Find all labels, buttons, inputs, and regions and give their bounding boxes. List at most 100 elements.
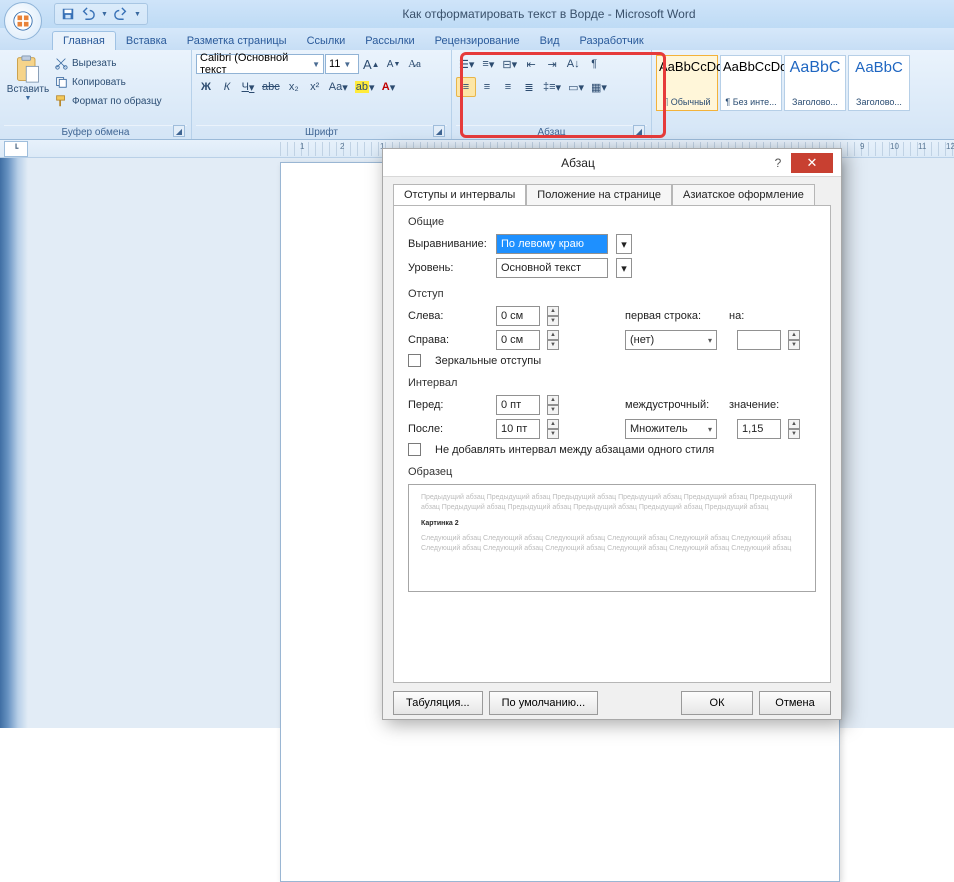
- ok-button[interactable]: ОК: [681, 691, 753, 715]
- firstline-select[interactable]: (нет)▾: [625, 330, 717, 350]
- firstline-by-input[interactable]: [737, 330, 781, 350]
- space-before-spin[interactable]: ▲▼: [547, 395, 559, 415]
- level-select[interactable]: Основной текст: [496, 258, 608, 278]
- space-before-input[interactable]: 0 пт: [496, 395, 540, 415]
- space-after-spin[interactable]: ▲▼: [547, 419, 559, 439]
- paste-button[interactable]: Вставить ▼: [4, 52, 52, 104]
- align-justify-button[interactable]: ≣: [519, 77, 539, 97]
- underline-button[interactable]: Ч▾: [238, 77, 258, 97]
- font-color-button[interactable]: A▾: [379, 77, 399, 97]
- default-button[interactable]: По умолчанию...: [489, 691, 599, 715]
- nospace-checkbox[interactable]: [408, 443, 421, 456]
- office-button[interactable]: [4, 2, 42, 40]
- firstline-by-spin[interactable]: ▲▼: [788, 330, 800, 350]
- align-right-button[interactable]: ≡: [498, 77, 518, 97]
- shrink-font-button[interactable]: A▼: [384, 54, 404, 74]
- multilevel-button[interactable]: ⊟▾: [499, 54, 520, 74]
- bold-button[interactable]: Ж: [196, 77, 216, 97]
- undo-dd-icon[interactable]: ▼: [101, 11, 108, 18]
- section-preview: Образец Предыдущий абзац Предыдущий абза…: [408, 466, 816, 592]
- qat-dd-icon[interactable]: ▼: [134, 11, 141, 18]
- level-dd[interactable]: ▾: [616, 258, 632, 278]
- group-font: Calibri (Основной текст▼ 11▼ A▲ A▼ A̷a Ж…: [192, 50, 452, 139]
- preview-box: Предыдущий абзац Предыдущий абзац Предыд…: [408, 484, 816, 592]
- group-font-label: Шрифт◢: [196, 125, 447, 139]
- help-button[interactable]: ?: [765, 153, 791, 173]
- font-launcher[interactable]: ◢: [433, 125, 445, 137]
- dialog-titlebar[interactable]: Абзац ? ✕: [383, 149, 841, 177]
- save-icon[interactable]: [61, 7, 75, 21]
- dtab-position[interactable]: Положение на странице: [526, 184, 672, 206]
- align-left-button[interactable]: ≡: [456, 77, 476, 97]
- tab-view[interactable]: Вид: [530, 32, 570, 50]
- group-paragraph-label: Абзац◢: [456, 125, 647, 139]
- indent-right-spin[interactable]: ▲▼: [547, 330, 559, 350]
- change-case-button[interactable]: Aa▾: [326, 77, 351, 97]
- section-spacing: Интервал Перед: 0 пт ▲▼ междустрочный: з…: [408, 377, 816, 456]
- close-button[interactable]: ✕: [791, 153, 833, 173]
- group-styles: AaBbCcDd ¶ Обычный AaBbCcDd ¶ Без инте..…: [652, 50, 954, 139]
- dialog-title: Абзац: [391, 156, 765, 170]
- align-select[interactable]: По левому краю: [496, 234, 608, 254]
- tab-selector[interactable]: ┗: [4, 141, 28, 157]
- align-center-button[interactable]: ≡: [477, 77, 497, 97]
- group-clipboard-label: Буфер обмена◢: [4, 125, 187, 139]
- clear-format-button[interactable]: A̷a: [405, 54, 425, 74]
- tab-mail[interactable]: Рассылки: [355, 32, 424, 50]
- indent-left-input[interactable]: 0 см: [496, 306, 540, 326]
- style-heading2[interactable]: АаBbC Заголово...: [848, 55, 910, 111]
- paste-dd-icon[interactable]: ▼: [25, 95, 32, 102]
- shading-button[interactable]: ▭▾: [565, 77, 587, 97]
- italic-button[interactable]: К: [217, 77, 237, 97]
- clipboard-launcher[interactable]: ◢: [173, 125, 185, 137]
- bullets-button[interactable]: ☰▾: [456, 54, 477, 74]
- dialog-body: Общие Выравнивание: По левому краю▾ Уров…: [393, 205, 831, 683]
- tabs-button[interactable]: Табуляция...: [393, 691, 483, 715]
- window-title: Как отформатировать текст в Ворде - Micr…: [148, 7, 950, 21]
- decrease-indent-button[interactable]: ⇤: [521, 54, 541, 74]
- mirror-checkbox[interactable]: [408, 354, 421, 367]
- cut-button[interactable]: Вырезать: [54, 54, 162, 72]
- strike-button[interactable]: abc: [259, 77, 283, 97]
- borders-button[interactable]: ▦▾: [588, 77, 610, 97]
- increase-indent-button[interactable]: ⇥: [542, 54, 562, 74]
- align-dd[interactable]: ▾: [616, 234, 632, 254]
- tab-dev[interactable]: Разработчик: [570, 32, 654, 50]
- numbering-button[interactable]: ≡▾: [478, 54, 498, 74]
- subscript-button[interactable]: x₂: [284, 77, 304, 97]
- line-spacing-button[interactable]: ‡≡▾: [540, 77, 564, 97]
- indent-right-input[interactable]: 0 см: [496, 330, 540, 350]
- linespacing-at-spin[interactable]: ▲▼: [788, 419, 800, 439]
- tab-review[interactable]: Рецензирование: [425, 32, 530, 50]
- tab-layout[interactable]: Разметка страницы: [177, 32, 297, 50]
- dtab-indents[interactable]: Отступы и интервалы: [393, 184, 526, 206]
- format-painter-button[interactable]: Формат по образцу: [54, 92, 162, 110]
- font-family-select[interactable]: Calibri (Основной текст▼: [196, 54, 324, 74]
- indent-left-spin[interactable]: ▲▼: [547, 306, 559, 326]
- paragraph-launcher[interactable]: ◢: [633, 125, 645, 137]
- tab-refs[interactable]: Ссылки: [297, 32, 356, 50]
- chevron-down-icon: ▼: [312, 60, 320, 69]
- highlight-button[interactable]: ab▾: [352, 77, 378, 97]
- undo-icon[interactable]: [81, 7, 95, 21]
- space-after-input[interactable]: 10 пт: [496, 419, 540, 439]
- dialog-buttons: Табуляция... По умолчанию... ОК Отмена: [383, 691, 841, 725]
- linespacing-at-input[interactable]: 1,15: [737, 419, 781, 439]
- show-marks-button[interactable]: ¶: [584, 54, 604, 74]
- cancel-button[interactable]: Отмена: [759, 691, 831, 715]
- grow-font-button[interactable]: A▲: [360, 54, 383, 74]
- tab-insert[interactable]: Вставка: [116, 32, 177, 50]
- sort-button[interactable]: A↓: [563, 54, 583, 74]
- group-paragraph: ☰▾ ≡▾ ⊟▾ ⇤ ⇥ A↓ ¶ ≡ ≡ ≡ ≣ ‡≡▾ ▭▾ ▦▾ Абза…: [452, 50, 652, 139]
- style-heading1[interactable]: АаBbC Заголово...: [784, 55, 846, 111]
- linespacing-select[interactable]: Множитель▾: [625, 419, 717, 439]
- dtab-asian[interactable]: Азиатское оформление: [672, 184, 815, 206]
- copy-button[interactable]: Копировать: [54, 73, 162, 91]
- font-size-select[interactable]: 11▼: [325, 54, 359, 74]
- style-normal[interactable]: AaBbCcDd ¶ Обычный: [656, 55, 718, 111]
- superscript-button[interactable]: x²: [305, 77, 325, 97]
- level-label: Уровень:: [408, 262, 488, 274]
- tab-home[interactable]: Главная: [52, 31, 116, 50]
- style-nospacing[interactable]: AaBbCcDd ¶ Без инте...: [720, 55, 782, 111]
- redo-icon[interactable]: [114, 7, 128, 21]
